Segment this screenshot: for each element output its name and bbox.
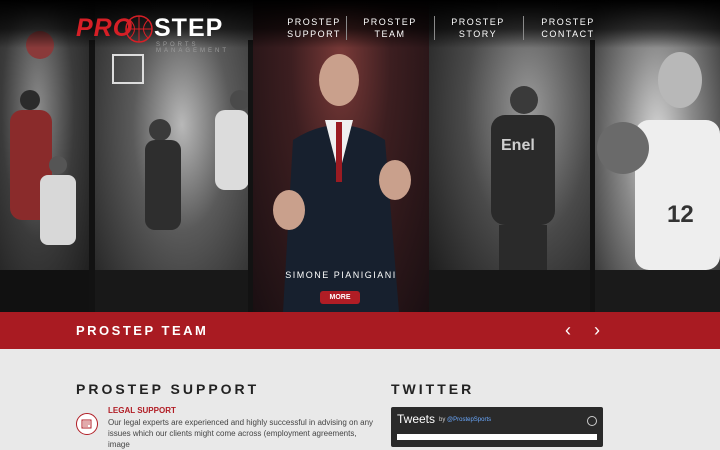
twitter-widget[interactable]: Tweets by @ProstepSports [391,407,603,447]
prostep-logo[interactable]: PRO STEP SPORTS MANAGEMENT [76,10,236,54]
nav-line-2: STORY [458,29,498,39]
chevron-left-icon[interactable]: ‹ [560,321,576,339]
nav-line-1: PROSTEP [451,17,505,27]
nav-line-1: PROSTEP [287,17,341,27]
nav-item-story[interactable]: PROSTEP STORY [434,16,522,40]
logo-step-text: STEP [154,14,224,42]
nav-line-1: PROSTEP [363,17,417,27]
nav-line-2: SUPPORT [287,29,341,39]
nav-line-1: PROSTEP [541,17,595,27]
tweets-title: Tweets [397,412,436,426]
chevron-right-icon[interactable]: › [589,321,605,339]
nav-line-2: TEAM [374,29,406,39]
legal-support-icon [76,413,98,435]
nav-item-contact[interactable]: PROSTEP CONTACT [524,16,612,40]
svg-text:12: 12 [667,201,694,228]
legal-support-text: Our legal experts are experienced and hi… [108,418,374,449]
hero-slider: Enel 12 PRO STEP SPORTS MANAGEMENT PROST… [0,0,720,312]
nav-line-2: CONTACT [541,29,595,39]
nav-item-team[interactable]: PROSTEP TEAM [346,16,434,40]
featured-person-name: SIMONE PIANIGIANI [285,270,397,280]
logo-tagline: SPORTS MANAGEMENT [156,42,230,54]
tweets-by-prefix: by [439,417,446,423]
team-band-title: PROSTEP TEAM [76,323,209,338]
tweet-list [397,434,597,440]
nav-item-support[interactable]: PROSTEP SUPPORT [270,16,358,40]
basketball-logo-icon [125,15,153,43]
more-button[interactable]: MORE [320,291,360,304]
twitter-handle-link[interactable]: @ProstepSports [447,417,491,423]
svg-text:Enel: Enel [501,137,535,154]
info-icon[interactable] [587,416,597,426]
tweets-by: by @ProstepSports [439,417,491,423]
team-band: PROSTEP TEAM ‹ › [0,312,720,349]
legal-support-title: LEGAL SUPPORT [108,406,176,415]
support-section-title: PROSTEP SUPPORT [76,381,260,397]
twitter-section-title: TWITTER [391,381,475,397]
